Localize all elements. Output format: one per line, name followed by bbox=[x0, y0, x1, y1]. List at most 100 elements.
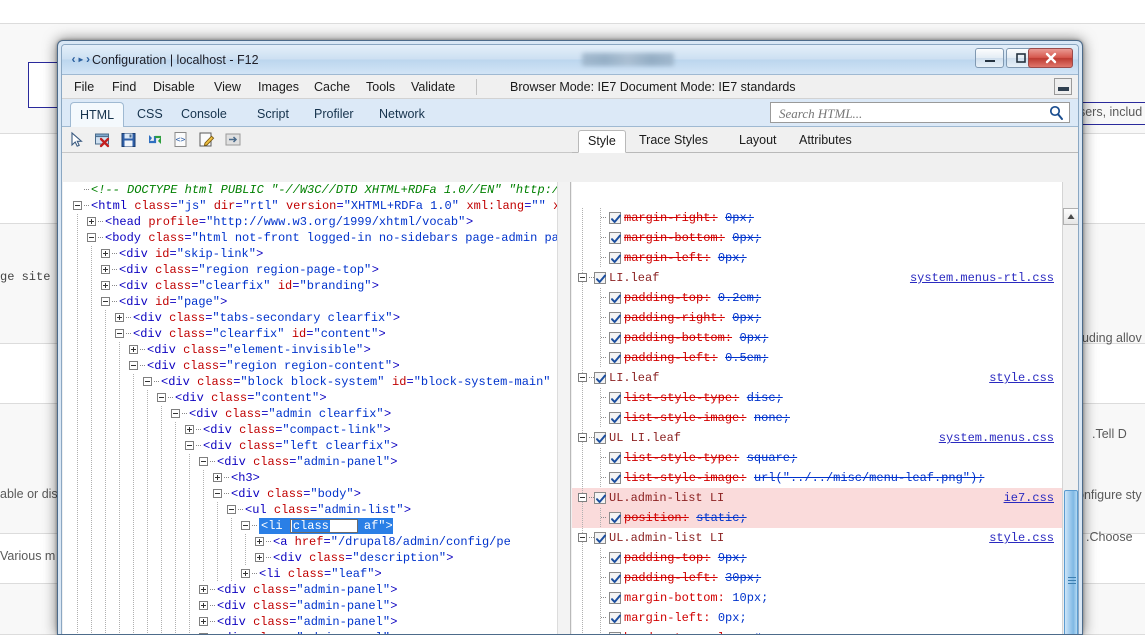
property-enabled-checkbox[interactable] bbox=[609, 592, 621, 604]
style-property-row[interactable]: margin-left: 0px; bbox=[572, 608, 1062, 628]
html-tree-row[interactable]: <div class = "content" > bbox=[63, 390, 570, 406]
collapse-icon[interactable] bbox=[115, 329, 124, 338]
html-tree-row[interactable]: <div class = "block block-system" id = "bloc… bbox=[63, 374, 570, 390]
html-tree-row[interactable]: <h3> bbox=[63, 470, 570, 486]
expand-icon[interactable] bbox=[199, 601, 208, 610]
menu-view[interactable]: View bbox=[210, 79, 245, 96]
property-enabled-checkbox[interactable] bbox=[609, 512, 621, 524]
html-tree-row[interactable]: <div class = "admin clearfix" > bbox=[63, 406, 570, 422]
property-enabled-checkbox[interactable] bbox=[609, 612, 621, 624]
collapse-icon[interactable] bbox=[73, 201, 82, 210]
style-pane[interactable]: margin-right: 0px; margin-bottom: 0px; margi… bbox=[572, 182, 1078, 634]
html-tree[interactable]: <!-- DOCTYPE html PUBLIC "-//W3C//DTD XH… bbox=[63, 182, 570, 634]
style-rule-list[interactable]: margin-right: 0px; margin-bottom: 0px; margi… bbox=[572, 208, 1062, 634]
property-enabled-checkbox[interactable] bbox=[609, 332, 621, 344]
property-value[interactable]: #ccc; bbox=[754, 628, 790, 634]
property-enabled-checkbox[interactable] bbox=[609, 292, 621, 304]
expand-icon[interactable] bbox=[199, 633, 208, 634]
property-enabled-checkbox[interactable] bbox=[609, 352, 621, 364]
property-enabled-checkbox[interactable] bbox=[609, 572, 621, 584]
collapse-icon[interactable] bbox=[199, 457, 208, 466]
style-property-row[interactable]: padding-top: 9px; bbox=[572, 548, 1062, 568]
rule-source-link[interactable]: style.css bbox=[989, 528, 1054, 548]
html-tree-row[interactable]: <div class = "description" > bbox=[63, 550, 570, 566]
collapse-icon[interactable] bbox=[171, 409, 180, 418]
property-value[interactable]: 0.5em; bbox=[725, 348, 768, 368]
save-tool[interactable] bbox=[120, 131, 138, 149]
expand-icon[interactable] bbox=[185, 425, 194, 434]
style-rule-row[interactable]: UL.admin-list LI style.css bbox=[572, 528, 1062, 548]
html-tree-pane[interactable]: <!-- DOCTYPE html PUBLIC "-//W3C//DTD XH… bbox=[63, 182, 571, 634]
property-enabled-checkbox[interactable] bbox=[609, 632, 621, 634]
attribute-name-input[interactable]: class bbox=[289, 519, 358, 533]
html-tree-row[interactable]: <head profile = "http://www.w3.org/1999/xh… bbox=[63, 214, 570, 230]
tab-script[interactable]: Script bbox=[248, 103, 298, 127]
rule-enabled-checkbox[interactable] bbox=[594, 532, 606, 544]
html-tree-row[interactable]: <div class="admin-panel"> bbox=[63, 598, 570, 614]
html-tree-row[interactable]: <div class="admin-panel"> bbox=[63, 614, 570, 630]
html-tree-row[interactable]: <div class = "left clearfix" > bbox=[63, 438, 570, 454]
collapse-icon[interactable] bbox=[578, 433, 587, 442]
style-rule-row[interactable]: UL.admin-list LI ie7.css bbox=[572, 488, 1062, 508]
property-enabled-checkbox[interactable] bbox=[609, 452, 621, 464]
collapse-icon[interactable] bbox=[241, 521, 250, 530]
menu-images[interactable]: Images bbox=[254, 79, 303, 96]
expand-icon[interactable] bbox=[255, 537, 264, 546]
html-tree-row[interactable]: <div class = "body" > bbox=[63, 486, 570, 502]
html-tree-row[interactable]: <ul class = "admin-list" > bbox=[63, 502, 570, 518]
expand-icon[interactable] bbox=[241, 569, 250, 578]
close-button[interactable] bbox=[1028, 48, 1073, 68]
expand-icon[interactable] bbox=[199, 585, 208, 594]
html-tree-row[interactable]: <div class = "region region-content" > bbox=[63, 358, 570, 374]
property-value[interactable]: 9px; bbox=[718, 548, 747, 568]
property-enabled-checkbox[interactable] bbox=[609, 232, 621, 244]
html-tree-scrollbar[interactable] bbox=[557, 182, 570, 634]
title-bar[interactable]: ‹▸› Configuration | localhost - F12 bbox=[62, 45, 1078, 75]
collapse-icon[interactable] bbox=[129, 361, 138, 370]
style-rule-row[interactable]: LI.leaf style.css bbox=[572, 368, 1062, 388]
html-tree-row[interactable]: <div id = "page" > bbox=[63, 294, 570, 310]
minimize-button[interactable] bbox=[975, 48, 1004, 68]
html-tree-row[interactable]: <div class = "region region-page-top" > bbox=[63, 262, 570, 278]
tab-css[interactable]: CSS bbox=[128, 103, 172, 127]
property-value[interactable]: 0px; bbox=[725, 208, 754, 228]
html-tree-row[interactable]: <div class = "element-invisible" > bbox=[63, 342, 570, 358]
style-property-row[interactable]: position: static; bbox=[572, 508, 1062, 528]
rule-source-link[interactable]: system.menus-rtl.css bbox=[910, 268, 1054, 288]
style-property-row[interactable]: margin-bottom: 10px; bbox=[572, 588, 1062, 608]
style-property-row[interactable]: padding-right: 0px; bbox=[572, 308, 1062, 328]
style-rule-row[interactable]: LI.leaf system.menus-rtl.css bbox=[572, 268, 1062, 288]
property-enabled-checkbox[interactable] bbox=[609, 212, 621, 224]
style-property-row[interactable]: list-style-image: url("../../misc/menu-le… bbox=[572, 468, 1062, 488]
property-enabled-checkbox[interactable] bbox=[609, 312, 621, 324]
property-value[interactable]: none; bbox=[754, 408, 790, 428]
html-tree-row[interactable]: <!-- DOCTYPE html PUBLIC "-//W3C//DTD XH… bbox=[63, 182, 570, 198]
style-scrollbar[interactable] bbox=[1062, 182, 1078, 634]
search-icon[interactable] bbox=[1049, 105, 1064, 124]
collapse-icon[interactable] bbox=[213, 489, 222, 498]
collapse-icon[interactable] bbox=[578, 533, 587, 542]
html-tree-row[interactable]: <div class = "clearfix" id = "content" > bbox=[63, 326, 570, 342]
property-value[interactable]: 0px; bbox=[740, 328, 769, 348]
property-value[interactable]: disc; bbox=[747, 388, 783, 408]
style-property-row[interactable]: padding-bottom: 0px; bbox=[572, 328, 1062, 348]
html-tree-row[interactable]: <html class = "js" dir = "rtl" version = "XHTM… bbox=[63, 198, 570, 214]
html-tree-row[interactable]: <div id = "skip-link" > bbox=[63, 246, 570, 262]
collapse-icon[interactable] bbox=[578, 493, 587, 502]
rule-source-link[interactable]: ie7.css bbox=[1004, 488, 1054, 508]
expand-icon[interactable] bbox=[101, 265, 110, 274]
tab-network[interactable]: Network bbox=[370, 103, 434, 127]
property-value[interactable]: 30px; bbox=[725, 568, 761, 588]
html-tree-row[interactable]: <div class = "clearfix" id = "branding" > bbox=[63, 278, 570, 294]
tab-profiler[interactable]: Profiler bbox=[305, 103, 363, 127]
tab-console[interactable]: Console bbox=[172, 103, 236, 127]
collapse-icon[interactable] bbox=[578, 273, 587, 282]
html-tree-row[interactable]: <div class="admin-panel"> bbox=[63, 454, 570, 470]
rule-enabled-checkbox[interactable] bbox=[594, 272, 606, 284]
view-source-tool[interactable]: <> bbox=[172, 131, 190, 149]
collapse-icon[interactable] bbox=[157, 393, 166, 402]
rule-enabled-checkbox[interactable] bbox=[594, 372, 606, 384]
selected-node[interactable]: <li class af"> bbox=[259, 518, 393, 534]
property-enabled-checkbox[interactable] bbox=[609, 412, 621, 424]
expand-icon[interactable] bbox=[199, 617, 208, 626]
